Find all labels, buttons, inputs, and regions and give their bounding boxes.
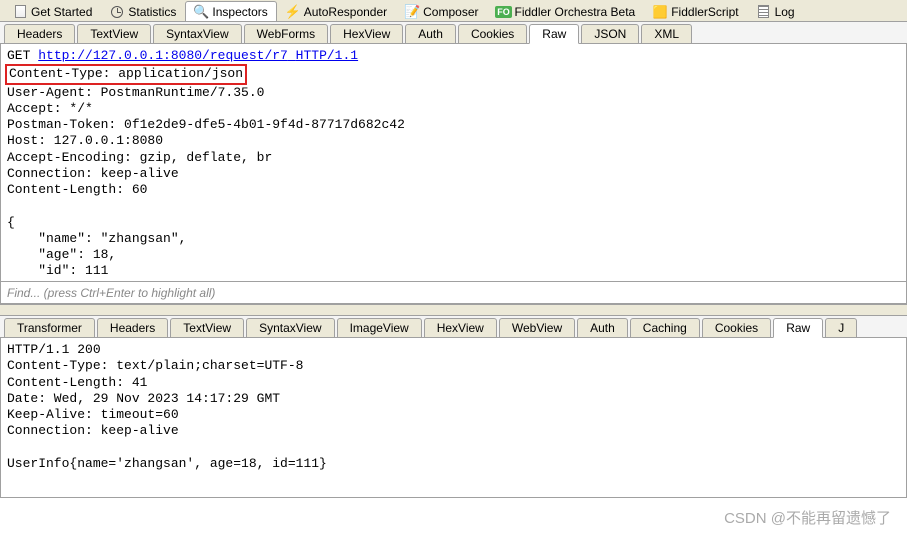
req-tab-syntaxview[interactable]: SyntaxView — [153, 24, 241, 44]
tab-label: Inspectors — [212, 5, 267, 19]
response-body: UserInfo{name='zhangsan', age=18, id=111… — [7, 456, 327, 471]
req-tab-xml[interactable]: XML — [641, 24, 692, 44]
response-header: Content-Length: 41 — [7, 375, 147, 390]
lightning-icon: ⚡ — [286, 5, 300, 19]
request-body: "name": "zhangsan", — [7, 231, 186, 246]
request-header: Postman-Token: 0f1e2de9-dfe5-4b01-9f4d-8… — [7, 117, 405, 132]
resp-tab-syntaxview[interactable]: SyntaxView — [246, 318, 334, 338]
response-header: Keep-Alive: timeout=60 — [7, 407, 179, 422]
resp-tab-webview[interactable]: WebView — [499, 318, 575, 338]
req-tab-cookies[interactable]: Cookies — [458, 24, 527, 44]
find-input[interactable]: Find... (press Ctrl+Enter to highlight a… — [0, 282, 907, 304]
response-header: Connection: keep-alive — [7, 423, 179, 438]
pane-divider[interactable] — [0, 304, 907, 316]
content-type-highlight: Content-Type: application/json — [5, 64, 247, 84]
resp-tab-transformer[interactable]: Transformer — [4, 318, 95, 338]
tab-autoresponder[interactable]: ⚡ AutoResponder — [277, 1, 396, 21]
req-tab-raw[interactable]: Raw — [529, 24, 579, 44]
watermark: CSDN @不能再留遗憾了 — [724, 507, 891, 528]
tab-label: Fiddler Orchestra Beta — [515, 5, 636, 19]
fo-icon: FO — [497, 5, 511, 19]
resp-tab-cookies[interactable]: Cookies — [702, 318, 771, 338]
request-body: "id": 111 — [7, 263, 108, 278]
tab-fiddlerscript[interactable]: 🟨 FiddlerScript — [644, 1, 747, 21]
tab-label: Log — [775, 5, 795, 19]
req-tab-json[interactable]: JSON — [581, 24, 639, 44]
request-header: Host: 127.0.0.1:8080 — [7, 133, 163, 148]
request-body: { — [7, 215, 15, 230]
req-tab-headers[interactable]: Headers — [4, 24, 75, 44]
request-header: Connection: keep-alive — [7, 166, 179, 181]
clock-icon — [110, 5, 124, 19]
magnifier-icon: 🔍 — [194, 5, 208, 19]
resp-tab-hexview[interactable]: HexView — [424, 318, 497, 338]
tab-statistics[interactable]: Statistics — [101, 1, 185, 21]
response-raw-view[interactable]: HTTP/1.1 200 Content-Type: text/plain;ch… — [0, 338, 907, 498]
script-icon: 🟨 — [653, 5, 667, 19]
main-tab-strip: Get Started Statistics 🔍 Inspectors ⚡ Au… — [0, 0, 907, 22]
req-tab-hexview[interactable]: HexView — [330, 24, 403, 44]
resp-tab-textview[interactable]: TextView — [170, 318, 244, 338]
response-tab-strip: Transformer Headers TextView SyntaxView … — [0, 316, 907, 338]
page-icon — [13, 5, 27, 19]
request-header: Accept-Encoding: gzip, deflate, br — [7, 150, 272, 165]
tab-get-started[interactable]: Get Started — [4, 1, 101, 21]
resp-tab-raw[interactable]: Raw — [773, 318, 823, 338]
request-raw-view[interactable]: GET http://127.0.0.1:8080/request/r7 HTT… — [0, 44, 907, 282]
tab-label: FiddlerScript — [671, 5, 738, 19]
response-header: Content-Type: text/plain;charset=UTF-8 — [7, 358, 303, 373]
tab-orchestra[interactable]: FO Fiddler Orchestra Beta — [488, 1, 645, 21]
tab-label: Statistics — [128, 5, 176, 19]
request-header: User-Agent: PostmanRuntime/7.35.0 — [7, 85, 264, 100]
response-status: HTTP/1.1 200 — [7, 342, 101, 357]
edit-icon: 📝 — [405, 5, 419, 19]
request-method: GET — [7, 48, 30, 63]
resp-tab-headers[interactable]: Headers — [97, 318, 168, 338]
req-tab-textview[interactable]: TextView — [77, 24, 151, 44]
tab-log[interactable]: Log — [748, 1, 804, 21]
resp-tab-imageview[interactable]: ImageView — [337, 318, 422, 338]
tab-composer[interactable]: 📝 Composer — [396, 1, 487, 21]
tab-label: Get Started — [31, 5, 92, 19]
request-tab-strip: Headers TextView SyntaxView WebForms Hex… — [0, 22, 907, 44]
request-body: "age": 18, — [7, 247, 116, 262]
resp-tab-json[interactable]: J — [825, 318, 857, 338]
resp-tab-auth[interactable]: Auth — [577, 318, 628, 338]
resp-tab-caching[interactable]: Caching — [630, 318, 700, 338]
log-icon — [757, 5, 771, 19]
response-header: Date: Wed, 29 Nov 2023 14:17:29 GMT — [7, 391, 280, 406]
find-placeholder: Find... (press Ctrl+Enter to highlight a… — [7, 286, 215, 300]
req-tab-webforms[interactable]: WebForms — [244, 24, 328, 44]
request-header: Content-Length: 60 — [7, 182, 147, 197]
tab-label: AutoResponder — [304, 5, 387, 19]
request-url-link[interactable]: http://127.0.0.1:8080/request/r7 HTTP/1.… — [38, 48, 358, 63]
request-header: Accept: */* — [7, 101, 93, 116]
tab-inspectors[interactable]: 🔍 Inspectors — [185, 1, 276, 21]
tab-label: Composer — [423, 5, 478, 19]
req-tab-auth[interactable]: Auth — [405, 24, 456, 44]
